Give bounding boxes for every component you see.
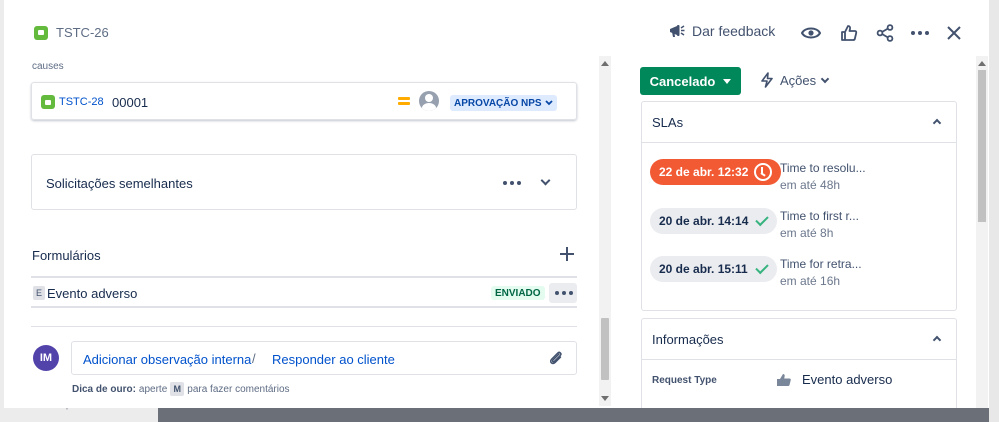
divider bbox=[642, 142, 956, 143]
forms-section-title: Formulários bbox=[32, 248, 101, 263]
sla-time-badge: 22 de abr. 12:32 bbox=[650, 159, 782, 185]
eye-icon bbox=[801, 27, 821, 39]
linked-issue-card[interactable]: TSTC-28 00001 APROVAÇÃO NPS bbox=[31, 82, 577, 120]
divider bbox=[642, 359, 956, 360]
more-actions-button[interactable] bbox=[909, 22, 931, 44]
lightning-icon bbox=[761, 72, 773, 88]
scrollbar-thumb[interactable] bbox=[601, 318, 609, 380]
pro-tip: Dica de ouro: aperte M para fazer coment… bbox=[72, 382, 290, 396]
reply-to-customer-link[interactable]: Responder ao cliente bbox=[272, 352, 395, 367]
keyboard-key-m: M bbox=[170, 382, 185, 396]
chevron-up-icon[interactable] bbox=[932, 118, 942, 128]
linked-issue-summary[interactable]: 00001 bbox=[112, 95, 148, 110]
linked-issue-status-label: APROVAÇÃO NPS bbox=[454, 97, 542, 109]
form-name[interactable]: Evento adverso bbox=[47, 286, 137, 301]
issue-type-icon bbox=[34, 25, 48, 40]
status-label: Cancelado bbox=[649, 73, 716, 89]
linked-issue-key[interactable]: TSTC-28 bbox=[59, 96, 104, 108]
chevron-down-icon bbox=[723, 78, 732, 84]
issue-modal: TSTC-26 Dar feedback causes TSTC-28 0000… bbox=[4, 0, 989, 408]
vote-button[interactable] bbox=[838, 22, 860, 44]
priority-medium-icon bbox=[398, 96, 410, 106]
divider bbox=[31, 306, 577, 308]
divider bbox=[31, 276, 577, 278]
link-relation-label: causes bbox=[32, 61, 64, 72]
close-icon bbox=[947, 26, 961, 40]
sla-time: 20 de abr. 14:14 bbox=[659, 214, 749, 228]
scrollbar-thumb[interactable] bbox=[978, 70, 986, 222]
more-icon bbox=[911, 31, 929, 35]
issue-key[interactable]: TSTC-26 bbox=[56, 25, 109, 40]
form-status-badge: ENVIADO bbox=[491, 286, 545, 300]
share-icon bbox=[876, 24, 894, 42]
form-badge: E bbox=[33, 286, 45, 300]
checkmark-icon bbox=[755, 212, 770, 227]
megaphone-icon bbox=[670, 25, 685, 37]
sla-panel-title: SLAs bbox=[652, 115, 684, 130]
scroll-down-arrow-icon[interactable] bbox=[601, 396, 609, 401]
avatar: IM bbox=[33, 345, 59, 371]
similar-requests-title: Solicitações semelhantes bbox=[46, 176, 193, 191]
request-type-label: Request Type bbox=[652, 375, 717, 386]
info-panel: Informações Request Type Evento adverso bbox=[641, 318, 957, 408]
background-page-right bbox=[989, 0, 999, 422]
issue-key-breadcrumb[interactable]: TSTC-26 bbox=[34, 25, 109, 40]
comment-box[interactable]: Adicionar observação interna / Responder… bbox=[71, 341, 577, 375]
scroll-up-arrow-icon[interactable] bbox=[601, 61, 609, 66]
checkmark-icon bbox=[755, 260, 769, 275]
add-internal-note-link[interactable]: Adicionar observação interna bbox=[83, 352, 251, 367]
actions-button[interactable]: Ações bbox=[760, 72, 830, 88]
pro-tip-text-before: aperte bbox=[138, 383, 168, 395]
watch-button[interactable] bbox=[800, 22, 822, 44]
add-form-icon[interactable] bbox=[560, 247, 574, 261]
sla-goal: em até 16h bbox=[780, 274, 841, 288]
sla-time: 20 de abr. 15:11 bbox=[659, 262, 748, 276]
paperclip-icon[interactable] bbox=[548, 350, 564, 366]
chevron-up-icon[interactable] bbox=[932, 335, 942, 345]
sla-goal: em até 48h bbox=[780, 178, 841, 192]
request-type-icon bbox=[777, 373, 791, 386]
similar-more-icon[interactable] bbox=[503, 181, 521, 185]
form-more-button[interactable] bbox=[549, 283, 577, 303]
form-list-item[interactable]: E Evento adverso ENVIADO bbox=[31, 280, 577, 306]
feedback-label: Dar feedback bbox=[692, 23, 776, 39]
scroll-up-arrow-icon[interactable] bbox=[978, 61, 986, 66]
right-scrollbar[interactable] bbox=[976, 56, 988, 408]
pro-tip-label: Dica de ouro: bbox=[72, 383, 136, 395]
request-type-value[interactable]: Evento adverso bbox=[776, 372, 892, 387]
sla-goal: em até 8h bbox=[780, 226, 834, 240]
more-icon bbox=[555, 291, 573, 295]
close-button[interactable] bbox=[943, 22, 965, 44]
comment-separator: / bbox=[252, 351, 256, 366]
linked-issue-status[interactable]: APROVAÇÃO NPS bbox=[450, 95, 557, 111]
thumbs-up-icon bbox=[841, 25, 858, 41]
clock-icon bbox=[754, 163, 773, 181]
sla-name: Time for retra... bbox=[780, 257, 862, 271]
divider bbox=[31, 326, 577, 327]
sla-panel: SLAs 22 de abr. 12:32 Time to resolu... … bbox=[641, 101, 957, 311]
pro-tip-text-after: para fazer comentários bbox=[187, 383, 290, 395]
chevron-down-icon[interactable] bbox=[540, 175, 551, 186]
sla-name: Time to first r... bbox=[780, 209, 859, 223]
info-panel-title: Informações bbox=[652, 332, 724, 347]
feedback-button[interactable]: Dar feedback bbox=[668, 23, 775, 39]
share-button[interactable] bbox=[874, 22, 896, 44]
sla-time: 22 de abr. 12:32 bbox=[659, 165, 749, 179]
sla-time-badge: 20 de abr. 15:11 bbox=[650, 256, 777, 282]
unassigned-avatar-icon bbox=[419, 91, 439, 111]
left-scrollbar[interactable] bbox=[599, 56, 611, 406]
request-type-text: Evento adverso bbox=[802, 372, 893, 387]
similar-requests-panel: Solicitações semelhantes bbox=[31, 154, 577, 210]
chevron-down-icon bbox=[544, 100, 553, 106]
chevron-down-icon bbox=[820, 74, 830, 83]
issue-type-icon bbox=[41, 95, 55, 109]
actions-label: Ações bbox=[780, 72, 817, 88]
status-transition-button[interactable]: Cancelado bbox=[640, 67, 741, 95]
sla-name: Time to resolu... bbox=[780, 161, 866, 175]
sla-time-badge: 20 de abr. 14:14 bbox=[650, 208, 778, 234]
